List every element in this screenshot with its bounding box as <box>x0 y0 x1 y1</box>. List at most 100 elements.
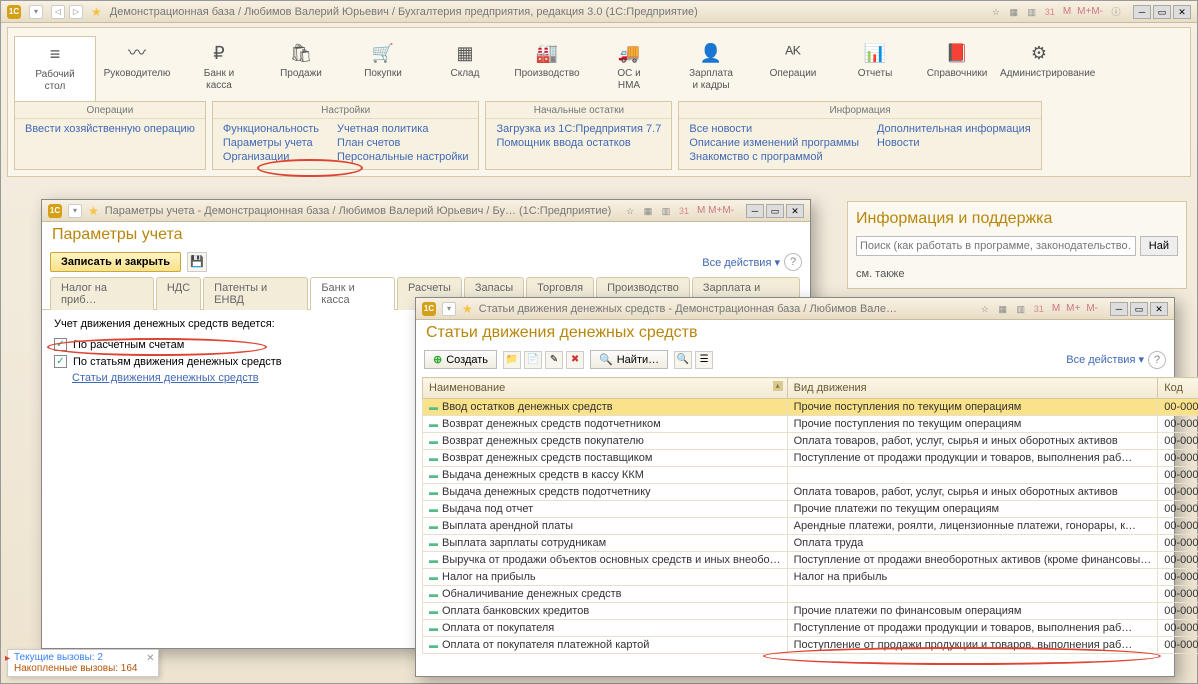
star-icon[interactable]: ★ <box>462 302 473 316</box>
table-row[interactable]: ▬Выдача денежных средств в кассу ККМ00-0… <box>423 467 1198 484</box>
tool-icon[interactable]: ▦ <box>996 302 1010 316</box>
section-9[interactable]: ᴬᴷОперации <box>752 36 834 101</box>
m-button[interactable]: M M+M- <box>695 205 736 216</box>
edit-icon[interactable]: 📄 <box>524 351 542 369</box>
tool-icon[interactable]: ☆ <box>623 204 637 218</box>
checkbox-checked-icon[interactable]: ✓ <box>54 355 67 368</box>
section-3[interactable]: 🛍Продажи <box>260 36 342 101</box>
table-row[interactable]: ▬Выручка от продажи объектов основных ср… <box>423 552 1198 569</box>
maximize-icon[interactable]: ▭ <box>766 204 784 218</box>
sub-link[interactable]: Функциональность <box>223 123 319 135</box>
save-close-button[interactable]: Записать и закрыть <box>50 252 181 272</box>
table-row[interactable]: ▬Возврат денежных средств подотчетникомП… <box>423 416 1198 433</box>
section-12[interactable]: ⚙Администрирование <box>998 36 1080 101</box>
tool-icon[interactable]: 31 <box>1043 5 1057 19</box>
section-4[interactable]: 🛒Покупки <box>342 36 424 101</box>
save-icon[interactable]: 💾 <box>187 252 207 272</box>
edit-pencil-icon[interactable]: ✎ <box>545 351 563 369</box>
section-0[interactable]: ≡Рабочийстол <box>14 36 96 101</box>
tool-icon[interactable]: ☆ <box>978 302 992 316</box>
sub-link[interactable]: Параметры учета <box>223 137 319 149</box>
section-10[interactable]: 📊Отчеты <box>834 36 916 101</box>
tool-icon[interactable]: ▥ <box>1014 302 1028 316</box>
help-icon[interactable]: ? <box>1148 351 1166 369</box>
col-type[interactable]: Вид движения <box>787 378 1158 399</box>
search-button[interactable]: Най <box>1140 236 1178 256</box>
star-icon[interactable]: ★ <box>88 204 99 218</box>
section-5[interactable]: ▦Склад <box>424 36 506 101</box>
new-folder-icon[interactable]: 📁 <box>503 351 521 369</box>
search-input[interactable] <box>856 236 1136 256</box>
maximize-icon[interactable]: ▭ <box>1130 302 1148 316</box>
tool-icon[interactable]: ▥ <box>659 204 673 218</box>
sub-link[interactable]: Помощник ввода остатков <box>496 137 661 149</box>
close-icon[interactable]: ✕ <box>786 204 804 218</box>
sub-link[interactable]: Новости <box>877 137 1031 149</box>
tool-icon[interactable]: ▦ <box>641 204 655 218</box>
table-row[interactable]: ▬Оплата банковских кредитовПрочие платеж… <box>423 603 1198 620</box>
sub-link[interactable]: Все новости <box>689 123 859 135</box>
star-icon[interactable]: ★ <box>91 5 102 19</box>
sub-link[interactable]: План счетов <box>337 137 468 149</box>
m-plus-button[interactable]: M+ <box>1064 303 1082 314</box>
table-row[interactable]: ▬Ввод остатков денежных средствПрочие по… <box>423 399 1198 416</box>
dropdown-icon[interactable]: ▾ <box>68 204 82 218</box>
list-icon[interactable]: ☰ <box>695 351 713 369</box>
all-actions-link[interactable]: Все действия ▾ <box>702 256 780 269</box>
table-row[interactable]: ▬Выдача под отчетПрочие платежи по текущ… <box>423 501 1198 518</box>
sub-link[interactable]: Персональные настройки <box>337 151 468 163</box>
tab-0[interactable]: Налог на приб… <box>50 277 154 310</box>
info-icon[interactable]: ⓘ <box>1109 5 1123 19</box>
tool-icon[interactable]: ▦ <box>1007 5 1021 19</box>
minimize-icon[interactable]: ─ <box>746 204 764 218</box>
find-button[interactable]: 🔍 Найти… <box>590 350 668 369</box>
m-button[interactable]: M <box>1050 303 1062 314</box>
table-row[interactable]: ▬Возврат денежных средств покупателюОпла… <box>423 433 1198 450</box>
dropdown-icon[interactable]: ▾ <box>29 5 43 19</box>
m-minus-button[interactable]: M- <box>1084 303 1100 314</box>
table-row[interactable]: ▬Налог на прибыльНалог на прибыль00-0000… <box>423 569 1198 586</box>
help-icon[interactable]: ? <box>784 253 802 271</box>
sub-link[interactable]: Дополнительная информация <box>877 123 1031 135</box>
m-plus-button[interactable]: M+M- <box>1075 6 1105 17</box>
sub-link[interactable]: Загрузка из 1С:Предприятия 7.7 <box>496 123 661 135</box>
all-actions-link[interactable]: Все действия ▾ <box>1066 353 1144 366</box>
tab-1[interactable]: НДС <box>156 277 201 310</box>
section-7[interactable]: 🚚ОС иНМА <box>588 36 670 101</box>
table-row[interactable]: ▬Выплата арендной платыАрендные платежи,… <box>423 518 1198 535</box>
tool-icon[interactable]: 31 <box>677 204 691 218</box>
dropdown-icon[interactable]: ▾ <box>442 302 456 316</box>
close-icon[interactable]: ✕ <box>1173 5 1191 19</box>
checkbox-checked-icon[interactable]: ✓ <box>54 338 67 351</box>
table-row[interactable]: ▬Оплата от покупателяПоступление от прод… <box>423 620 1198 637</box>
minimize-icon[interactable]: ─ <box>1110 302 1128 316</box>
create-button[interactable]: ⊕Создать <box>424 350 497 369</box>
section-11[interactable]: 📕Справочники <box>916 36 998 101</box>
sub-link[interactable]: Учетная политика <box>337 123 468 135</box>
section-6[interactable]: 🏭Производство <box>506 36 588 101</box>
section-8[interactable]: 👤Зарплатаи кадры <box>670 36 752 101</box>
tool-icon[interactable]: 31 <box>1032 302 1046 316</box>
close-icon[interactable]: ✕ <box>146 653 154 664</box>
minimize-icon[interactable]: ─ <box>1133 5 1151 19</box>
tab-2[interactable]: Патенты и ЕНВД <box>203 277 308 310</box>
tool-icon[interactable]: ☆ <box>989 5 1003 19</box>
table-row[interactable]: ▬Обналичивание денежных средств00-000017 <box>423 586 1198 603</box>
nav-fwd-icon[interactable]: ▷ <box>69 5 83 19</box>
table-row[interactable]: ▬Возврат денежных средств поставщикомПос… <box>423 450 1198 467</box>
sub-link[interactable]: Организации <box>223 151 319 163</box>
close-icon[interactable]: ✕ <box>1150 302 1168 316</box>
sub-link[interactable]: Описание изменений программы <box>689 137 859 149</box>
section-1[interactable]: 〰Руководителю <box>96 36 178 101</box>
table-row[interactable]: ▬Оплата от покупателя платежной картойПо… <box>423 637 1198 654</box>
m-button[interactable]: M <box>1061 6 1073 17</box>
filter-icon[interactable]: 🔍 <box>674 351 692 369</box>
maximize-icon[interactable]: ▭ <box>1153 5 1171 19</box>
sub-link[interactable]: Знакомство с программой <box>689 151 859 163</box>
table-row[interactable]: ▬Выплата зарплаты сотрудникамОплата труд… <box>423 535 1198 552</box>
tool-icon[interactable]: ▥ <box>1025 5 1039 19</box>
col-code[interactable]: Код <box>1158 378 1198 399</box>
nav-back-icon[interactable]: ◁ <box>51 5 65 19</box>
section-2[interactable]: ₽Банк икасса <box>178 36 260 101</box>
col-name[interactable]: Наименование▴ <box>423 378 788 399</box>
